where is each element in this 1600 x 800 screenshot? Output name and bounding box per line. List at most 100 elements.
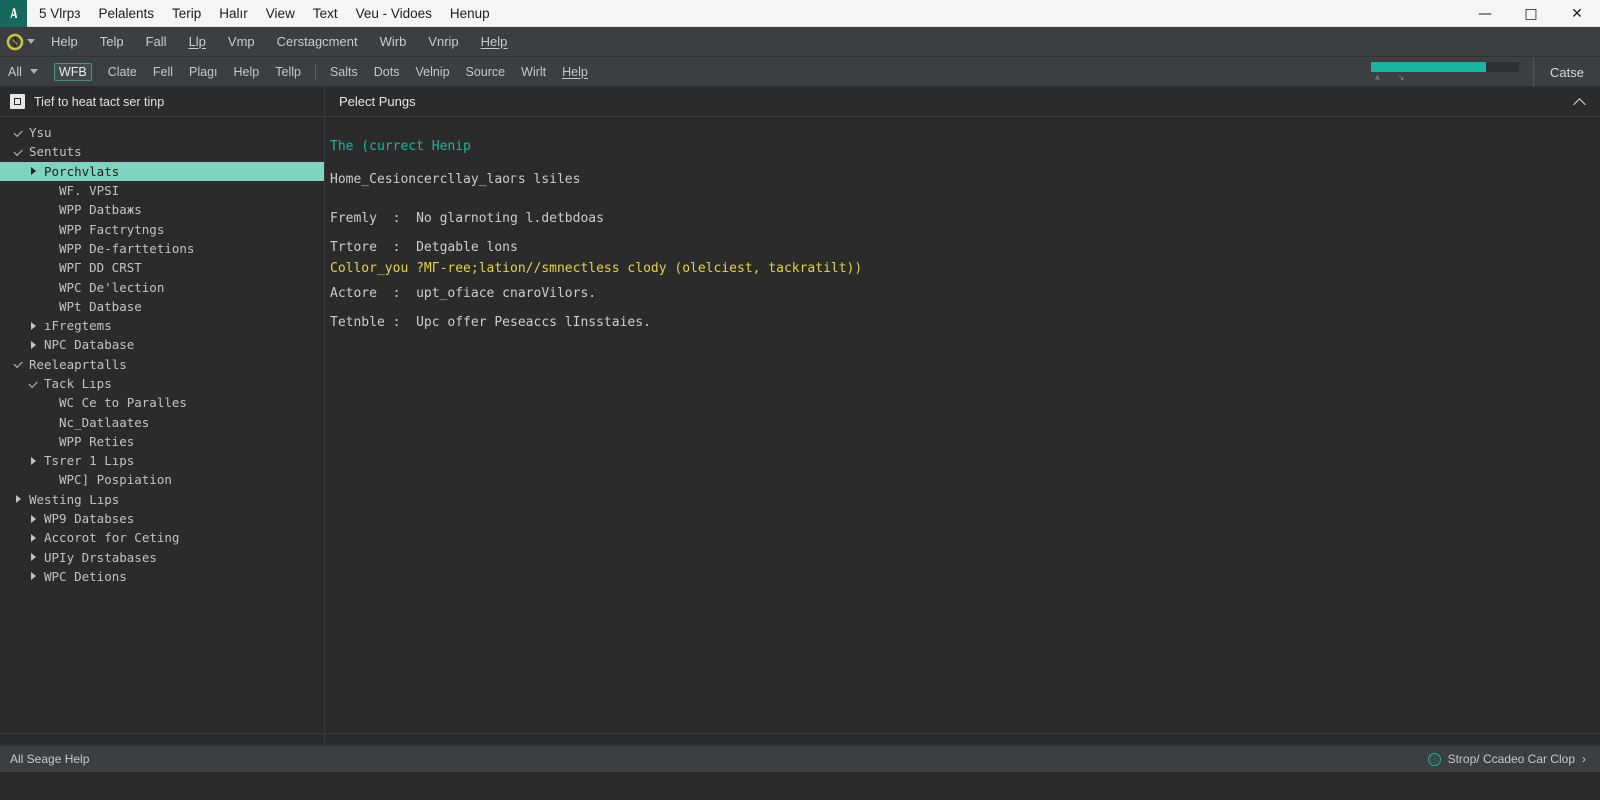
titlebar-menu-item-7[interactable]: Henup [450,6,490,21]
chevron-right-icon[interactable] [29,340,39,350]
chevron-right-icon[interactable] [29,166,39,176]
status-bar: All Seage Help ⓘ Strop/ Ccadeo Car Clop … [0,745,1600,772]
progress-indicator: ᴀ ↘ [1371,57,1535,87]
tree-item[interactable]: WPP De-farttetions [0,239,324,258]
tree-item[interactable]: Accorot for Ceting [0,528,324,547]
titlebar-menu-item-4[interactable]: View [266,6,295,21]
tree-item[interactable]: WF. VPSI [0,181,324,200]
menu-logo-group[interactable] [6,33,35,51]
tree-item[interactable]: UPIy Drstabases [0,548,324,567]
tree-item[interactable]: WPC Detions [0,567,324,586]
tree-item[interactable]: WPГ DD CRST [0,258,324,277]
toolbar-tab-tellp[interactable]: Tellp [275,65,301,79]
tree-item[interactable]: WPC De'lection [0,277,324,296]
toolbar-tab-help[interactable]: Help [234,65,260,79]
tree-item[interactable]: WPP Datbaжs [0,200,324,219]
chevron-right-icon[interactable]: › [1582,752,1586,766]
sidebar-header: Tief to heat tact ser tinp [0,87,324,117]
toolbar-tab-dots[interactable]: Dots [374,65,400,79]
chevron-right-icon[interactable] [29,321,39,331]
chevron-up-icon[interactable] [1574,96,1586,108]
tree-item[interactable]: Tack Lıps [0,374,324,393]
tree-item[interactable]: NPC Database [0,335,324,354]
title-bar: 5 Vlrpз Pelalents Terip Halır View Text … [0,0,1600,27]
chevron-down-icon[interactable] [14,147,24,157]
titlebar-menu-item-3[interactable]: Halır [219,6,248,21]
menu-item-5[interactable]: Cerstagcment [277,34,358,49]
titlebar-menu-item-5[interactable]: Text [313,6,338,21]
toolbar-catse-button[interactable]: Catse [1534,65,1600,80]
toolbar-tab-help2[interactable]: Help [562,65,588,79]
toolbar-tab-velnip[interactable]: Velnip [415,65,449,79]
toolbar-tab-salts[interactable]: Salts [330,65,358,79]
tree-item[interactable]: ıFregtems [0,316,324,335]
chevron-right-icon[interactable] [29,571,39,581]
toolbar-scope-label[interactable]: All [8,65,22,79]
tree-item-label: WPC] Pospiation [59,472,172,488]
tree-item[interactable]: WP9 Databses [0,509,324,528]
toolbar-right-cluster: ᴀ ↘ Catse [1371,57,1600,87]
minimize-button[interactable]: — [1462,0,1508,27]
tree-item[interactable]: Reeleaprtalls [0,355,324,374]
toolbar: All WFB Clate Fell Plagı Help Tellp Salt… [0,57,1600,87]
close-button[interactable]: ✕ [1554,0,1600,27]
tree-item-label: WP9 Databses [44,511,135,527]
tree-item[interactable]: Nc_Datlaates [0,412,324,431]
content-path: Home_Cesioncerсllay_laoгs lsiles [330,172,581,187]
chevron-right-icon[interactable] [29,552,39,562]
chevron-right-icon[interactable] [29,533,39,543]
chevron-down-icon[interactable] [29,69,38,74]
chevron-right-icon[interactable] [29,514,39,524]
maximize-button[interactable]: □ [1508,0,1554,27]
toolbar-tab-fell[interactable]: Fell [153,65,173,79]
tree-item[interactable]: WPC] Pospiation [0,470,324,489]
menu-item-6[interactable]: Wirb [380,34,407,49]
tree-item[interactable]: WC Ce to Paralles [0,393,324,412]
tree-item[interactable]: Tsrer 1 Lıps [0,451,324,470]
tree-item-label: Ysu [29,125,52,141]
toolbar-tab-wirlt[interactable]: Wirlt [521,65,546,79]
toolbar-scope-group: All [8,65,38,79]
status-right-text: Strop/ Ccadeo Car Clop [1447,752,1575,766]
chevron-down-icon[interactable] [14,128,24,138]
menu-bar: Help Telp Fall Llp Vmp Cerstagcment Wirb… [0,27,1600,57]
toolbar-tab-clate[interactable]: Clate [108,65,137,79]
tree-item[interactable]: WPP Reties [0,432,324,451]
titlebar-menu-item-0[interactable]: 5 Vlrpз [39,6,80,21]
chevron-down-icon[interactable] [27,39,35,44]
toolbar-tab-wfb[interactable]: WFB [53,62,92,81]
titlebar-menu-item-1[interactable]: Pelalents [98,6,154,21]
window-controls: — □ ✕ [1462,0,1600,27]
tree-item[interactable]: WPP Factrytngs [0,219,324,238]
menu-item-3[interactable]: Llp [189,34,206,49]
tree-item-label: Nc_Datlaates [59,414,150,430]
progress-fill [1371,62,1487,72]
menu-item-0[interactable]: Help [51,34,78,49]
toolbar-tab-plagi[interactable]: Plagı [189,65,218,79]
menu-item-7[interactable]: Vnrip [428,34,458,49]
chevron-right-icon[interactable] [29,456,39,466]
tree-item[interactable]: Westing Lıps [0,490,324,509]
tree-item[interactable]: Sentuts [0,142,324,161]
chevron-down-icon[interactable] [29,379,39,389]
status-right-group[interactable]: ⓘ Strop/ Ccadeo Car Clop › [1427,752,1586,766]
menu-item-1[interactable]: Telp [100,34,124,49]
chevron-right-icon[interactable] [14,494,24,504]
progress-track[interactable] [1371,62,1520,72]
tree-item[interactable]: Porchvlats [0,161,324,181]
menu-item-8[interactable]: Help [481,34,508,49]
menu-item-4[interactable]: Vmp [228,34,255,49]
toolbar-tab-source[interactable]: Source [466,65,506,79]
tree-item[interactable]: WPt Datbase [0,297,324,316]
menu-item-2[interactable]: Fall [146,34,167,49]
titlebar-menu-item-6[interactable]: Veu - Vidoes [356,6,432,21]
tree-item[interactable]: Ysu [0,123,324,142]
titlebar-menu-item-2[interactable]: Terip [172,6,201,21]
chevron-down-icon[interactable] [14,359,24,369]
main-panel-header: Pelect Pungs [325,87,1600,117]
